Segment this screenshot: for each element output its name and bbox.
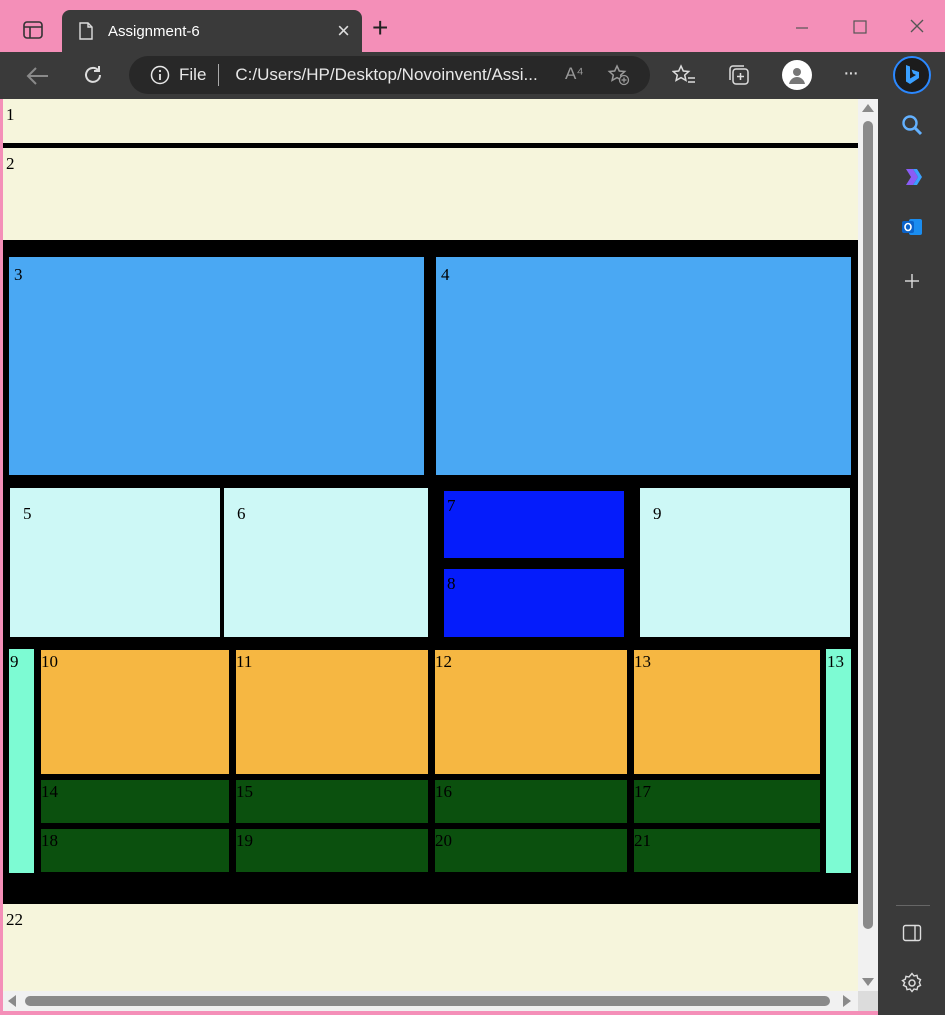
grid-block-11-label: 11 [236, 652, 253, 671]
tab-title: Assignment-6 [108, 22, 200, 40]
copilot-icon[interactable] [900, 165, 924, 189]
read-aloud-icon[interactable]: A⁴ [565, 64, 584, 84]
side-block-right: 13 [826, 649, 851, 873]
grid-block-10-label: 10 [41, 652, 58, 671]
block-9-right-label: 9 [653, 504, 662, 523]
grid-block-16-label: 16 [435, 782, 452, 801]
grid-block-18-label: 18 [41, 831, 58, 850]
search-icon[interactable] [900, 113, 924, 137]
grid-block-13-label: 13 [634, 652, 651, 671]
grid-block-19-label: 19 [236, 831, 253, 850]
row-1: 1 [3, 99, 858, 143]
window-close-icon[interactable] [905, 14, 929, 38]
grid-block-11: 11 [236, 650, 428, 774]
block-5: 5 [10, 488, 220, 637]
block-4: 4 [436, 257, 851, 475]
add-icon[interactable] [900, 269, 924, 293]
block-4-label: 4 [441, 265, 450, 284]
row-1-label: 1 [6, 105, 15, 124]
refresh-icon[interactable] [79, 61, 107, 89]
grid-block-18: 18 [41, 829, 229, 872]
minimize-icon[interactable] [790, 15, 814, 39]
page-icon [78, 21, 94, 41]
side-block-left-label: 9 [10, 652, 19, 671]
grid-block-14: 14 [41, 780, 229, 823]
tab-actions-icon[interactable] [22, 20, 44, 40]
grid-block-10: 10 [41, 650, 229, 774]
scroll-up-arrow[interactable] [862, 104, 874, 112]
title-bar: Assignment-6 × + [0, 0, 945, 52]
address-divider [218, 64, 220, 86]
grid-block-20: 20 [435, 829, 627, 872]
add-favorite-icon[interactable] [607, 64, 631, 86]
more-icon[interactable]: ··· [843, 62, 859, 85]
block-3: 3 [9, 257, 424, 475]
grid-block-20-label: 20 [435, 831, 452, 850]
scroll-left-arrow[interactable] [8, 995, 16, 1007]
sidebar-toggle-icon[interactable] [900, 921, 924, 945]
block-7: 7 [444, 491, 624, 558]
row-2: 2 [3, 148, 858, 240]
row-22-label: 22 [6, 910, 23, 929]
grid-block-17: 17 [634, 780, 820, 823]
info-icon[interactable] [149, 64, 171, 86]
block-5-label: 5 [23, 504, 32, 523]
block-8-label: 8 [447, 574, 456, 593]
grid-block-19: 19 [236, 829, 428, 872]
block-8: 8 [444, 569, 624, 637]
outlook-icon[interactable] [900, 215, 924, 239]
settings-icon[interactable] [900, 971, 924, 995]
block-6-label: 6 [237, 504, 246, 523]
vertical-scrollbar[interactable] [858, 99, 878, 991]
scrollbar-corner [858, 991, 878, 1011]
back-icon[interactable] [24, 62, 52, 90]
profile-icon[interactable] [782, 60, 812, 90]
collections-icon[interactable] [725, 61, 753, 89]
grid-block-15: 15 [236, 780, 428, 823]
page-viewport: 1 2 3 4 5 6 7 8 9 9 13 10 11 12 13 14 15… [3, 99, 858, 991]
block-9-right: 9 [640, 488, 850, 637]
vertical-scroll-thumb[interactable] [863, 121, 873, 929]
grid-block-21-label: 21 [634, 831, 651, 850]
address-url[interactable]: C:/Users/HP/Desktop/Novoinvent/Assi... [235, 65, 537, 85]
grid-block-17-label: 17 [634, 782, 651, 801]
sidebar-divider [896, 905, 930, 906]
scroll-down-arrow[interactable] [862, 978, 874, 986]
block-3-label: 3 [14, 265, 23, 284]
new-tab-button[interactable]: + [372, 12, 388, 44]
grid-block-12-label: 12 [435, 652, 452, 671]
block-7-label: 7 [447, 496, 456, 515]
grid-block-12: 12 [435, 650, 627, 774]
side-block-right-label: 13 [827, 652, 844, 671]
maximize-icon[interactable] [848, 15, 872, 39]
address-bar[interactable]: File C:/Users/HP/Desktop/Novoinvent/Assi… [129, 56, 650, 94]
bing-icon[interactable] [893, 56, 931, 94]
row-2-label: 2 [6, 154, 15, 173]
horizontal-scroll-thumb[interactable] [25, 996, 830, 1006]
favorites-icon[interactable] [670, 61, 698, 89]
block-6: 6 [224, 488, 428, 637]
horizontal-scrollbar[interactable] [3, 991, 858, 1011]
grid-block-21: 21 [634, 829, 820, 872]
grid-block-15-label: 15 [236, 782, 253, 801]
address-scheme: File [179, 65, 207, 84]
active-tab[interactable]: Assignment-6 × [62, 10, 362, 52]
grid-block-14-label: 14 [41, 782, 58, 801]
scroll-right-arrow[interactable] [843, 995, 851, 1007]
tab-close-button[interactable]: × [337, 18, 350, 44]
grid-block-16: 16 [435, 780, 627, 823]
side-block-left: 9 [9, 649, 34, 873]
grid-block-13: 13 [634, 650, 820, 774]
edge-sidebar [878, 99, 945, 1015]
row-22: 22 [3, 904, 858, 991]
